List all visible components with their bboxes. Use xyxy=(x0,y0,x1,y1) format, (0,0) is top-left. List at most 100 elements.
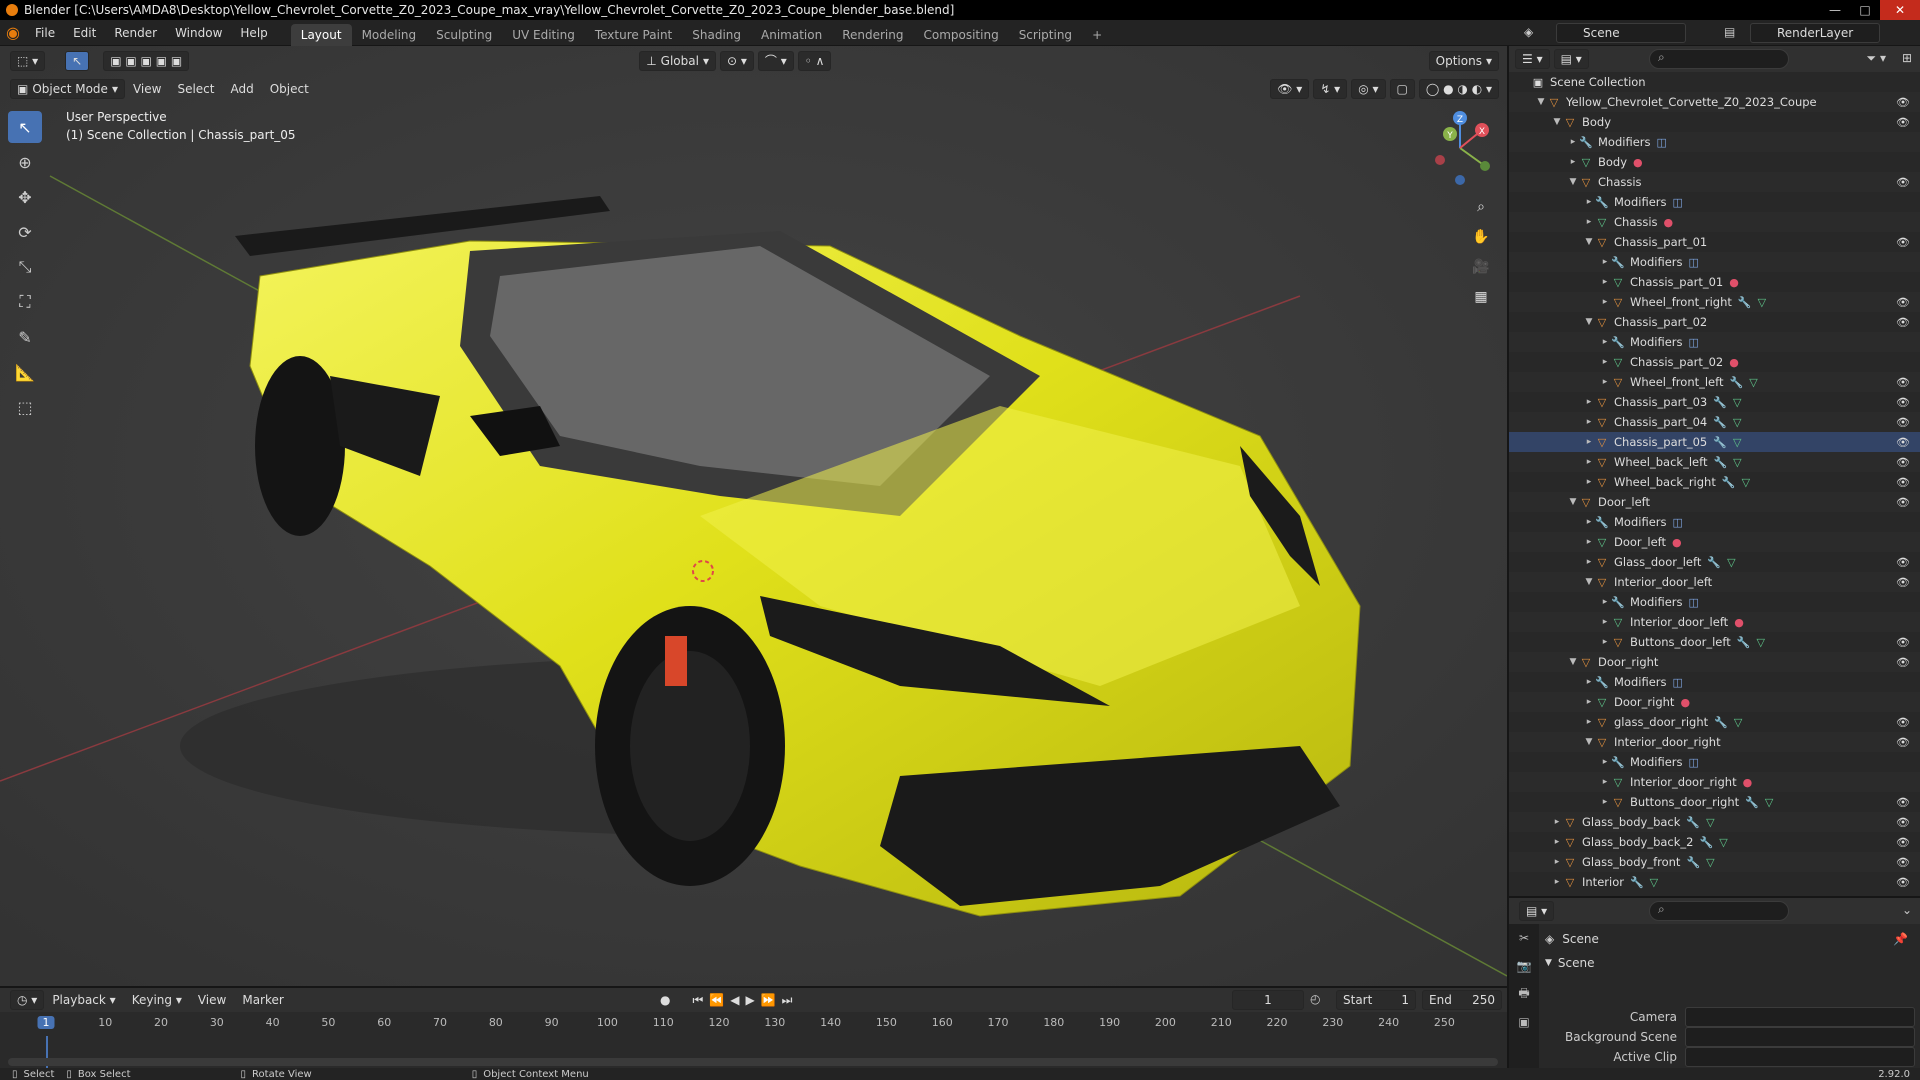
close-icon[interactable]: ✕ xyxy=(1880,0,1920,20)
xray-toggle[interactable]: ▢ xyxy=(1389,79,1415,99)
expand-arrow-icon[interactable]: ▸ xyxy=(1599,377,1611,387)
next-keyframe-icon[interactable]: ⏩ xyxy=(761,993,776,1008)
property-field[interactable] xyxy=(1685,1027,1915,1047)
eye-icon[interactable]: 👁 xyxy=(1896,856,1910,869)
proportional-edit-button[interactable]: ◦ ∧ xyxy=(797,51,832,71)
outliner-row[interactable]: ▼ ▽ Interior_door_right 👁 xyxy=(1509,732,1920,752)
outliner-row[interactable]: ▼ ▽ Chassis_part_02 👁 xyxy=(1509,312,1920,332)
outliner-row[interactable]: ▸ 🔧 Modifiers ◫ xyxy=(1509,592,1920,612)
outliner-row[interactable]: ▼ ▽ Door_right 👁 xyxy=(1509,652,1920,672)
viewport-menu-select[interactable]: Select xyxy=(169,79,222,99)
scale-tool-icon[interactable]: ⤡ xyxy=(8,251,42,283)
camera-view-icon[interactable]: 🎥 xyxy=(1468,254,1494,280)
viewport-menu-add[interactable]: Add xyxy=(222,79,261,99)
eye-icon[interactable]: 👁 xyxy=(1896,736,1910,749)
visibility-dropdown[interactable]: 👁 ▾ xyxy=(1270,79,1310,99)
outliner-row[interactable]: ▸ ▽ Chassis ● xyxy=(1509,212,1920,232)
outliner-row[interactable]: ▼ ▽ Interior_door_left 👁 xyxy=(1509,572,1920,592)
expand-arrow-icon[interactable]: ▸ xyxy=(1583,457,1595,467)
zoom-icon[interactable]: ⌕ xyxy=(1468,194,1494,220)
shading-mode-buttons[interactable]: ◯ ● ◑ ◐ ▾ xyxy=(1418,79,1499,99)
outliner-row[interactable]: ▸ ▽ Wheel_front_left 🔧 ▽ 👁 xyxy=(1509,372,1920,392)
eye-icon[interactable]: 👁 xyxy=(1896,416,1910,429)
render-tab-icon[interactable]: 📷 xyxy=(1509,952,1539,980)
outliner-row[interactable]: ▸ ▽ Interior 🔧 ▽ 👁 xyxy=(1509,872,1920,892)
expand-arrow-icon[interactable]: ▸ xyxy=(1599,597,1611,607)
pin-icon[interactable]: 📌 xyxy=(1893,932,1908,946)
outliner-row[interactable]: ▸ ▽ Wheel_front_right 🔧 ▽ 👁 xyxy=(1509,292,1920,312)
outliner-row[interactable]: ▸ 🔧 Modifiers ◫ xyxy=(1509,512,1920,532)
eye-icon[interactable]: 👁 xyxy=(1896,796,1910,809)
eye-icon[interactable]: 👁 xyxy=(1896,436,1910,449)
properties-editor-type[interactable]: ▤ ▾ xyxy=(1519,901,1555,921)
expand-arrow-icon[interactable]: ▸ xyxy=(1583,217,1595,227)
tab-shading[interactable]: Shading xyxy=(682,24,751,46)
expand-arrow-icon[interactable]: ▸ xyxy=(1567,157,1579,167)
expand-arrow-icon[interactable]: ▸ xyxy=(1583,417,1595,427)
annotate-tool-icon[interactable]: ✎ xyxy=(8,321,42,353)
outliner-row[interactable]: ▣ Scene Collection xyxy=(1509,72,1920,92)
editor-type-button[interactable]: ⬚ ▾ xyxy=(10,51,46,71)
prev-keyframe-icon[interactable]: ⏪ xyxy=(709,993,724,1008)
properties-search-input[interactable]: ⌕ xyxy=(1649,901,1789,921)
3d-viewport[interactable]: ⬚ ▾ ↖ ▣ ▣ ▣ ▣ ▣ ⊥ Global ▾ ⊙ ▾ ⌒ ▾ ◦ ∧ Op… xyxy=(0,46,1507,986)
ortho-grid-icon[interactable]: ▦ xyxy=(1468,284,1494,310)
output-tab-icon[interactable]: 🖶 xyxy=(1509,980,1539,1008)
expand-arrow-icon[interactable]: ▸ xyxy=(1567,137,1579,147)
minimize-icon[interactable]: — xyxy=(1820,0,1850,20)
outliner-row[interactable]: ▸ ▽ Glass_door_left 🔧 ▽ 👁 xyxy=(1509,552,1920,572)
expand-arrow-icon[interactable]: ▸ xyxy=(1599,757,1611,767)
outliner-row[interactable]: ▸ ▽ Buttons_door_left 🔧 ▽ 👁 xyxy=(1509,632,1920,652)
viewport-menu-object[interactable]: Object xyxy=(262,79,317,99)
expand-arrow-icon[interactable]: ▸ xyxy=(1599,777,1611,787)
viewport-menu-view[interactable]: View xyxy=(125,79,169,99)
timeline-menu-view[interactable]: View xyxy=(190,990,234,1010)
eye-icon[interactable]: 👁 xyxy=(1896,576,1910,589)
expand-arrow-icon[interactable]: ▸ xyxy=(1583,437,1595,447)
outliner-row[interactable]: ▸ ▽ Door_left ● xyxy=(1509,532,1920,552)
expand-arrow-icon[interactable]: ▸ xyxy=(1599,277,1611,287)
outliner-row[interactable]: ▸ ▽ Body ● xyxy=(1509,152,1920,172)
expand-arrow-icon[interactable]: ▼ xyxy=(1583,577,1595,587)
overlay-toggle[interactable]: ◎ ▾ xyxy=(1351,79,1386,99)
add-cube-tool-icon[interactable]: ⬚ xyxy=(8,391,42,423)
expand-arrow-icon[interactable]: ▸ xyxy=(1583,717,1595,727)
tab-rendering[interactable]: Rendering xyxy=(832,24,913,46)
outliner-row[interactable]: ▸ 🔧 Modifiers ◫ xyxy=(1509,132,1920,152)
timeline-menu-keying[interactable]: Keying ▾ xyxy=(124,990,190,1010)
start-frame-field[interactable]: Start 1 xyxy=(1336,990,1416,1010)
outliner-row[interactable]: ▸ 🔧 Modifiers ◫ xyxy=(1509,332,1920,352)
outliner-row[interactable]: ▸ ▽ Chassis_part_02 ● xyxy=(1509,352,1920,372)
expand-arrow-icon[interactable]: ▸ xyxy=(1599,297,1611,307)
eye-icon[interactable]: 👁 xyxy=(1896,296,1910,309)
expand-arrow-icon[interactable]: ▼ xyxy=(1583,737,1595,747)
view-layer-tab-icon[interactable]: ▣ xyxy=(1509,1008,1539,1036)
timeline-editor-type[interactable]: ◷ ▾ xyxy=(10,990,45,1010)
tab-uv-editing[interactable]: UV Editing xyxy=(502,24,585,46)
renderlayer-icon[interactable]: ▤ xyxy=(1724,25,1735,39)
current-frame-field[interactable]: 1 xyxy=(1232,990,1304,1010)
menu-render[interactable]: Render xyxy=(105,20,166,46)
expand-arrow-icon[interactable]: ▼ xyxy=(1583,317,1595,327)
record-icon[interactable]: ● xyxy=(660,993,670,1008)
outliner-row[interactable]: ▸ ▽ Buttons_door_right 🔧 ▽ 👁 xyxy=(1509,792,1920,812)
outliner-row[interactable]: ▸ ▽ Glass_body_back 🔧 ▽ 👁 xyxy=(1509,812,1920,832)
expand-arrow-icon[interactable]: ▸ xyxy=(1551,877,1563,887)
outliner-display-mode[interactable]: ▤ ▾ xyxy=(1553,49,1589,69)
expand-arrow-icon[interactable]: ▸ xyxy=(1599,357,1611,367)
transform-tool-icon[interactable]: ⛶ xyxy=(8,286,42,318)
eye-icon[interactable]: 👁 xyxy=(1896,636,1910,649)
expand-arrow-icon[interactable]: ▸ xyxy=(1583,677,1595,687)
expand-arrow-icon[interactable]: ▸ xyxy=(1583,397,1595,407)
eye-icon[interactable]: 👁 xyxy=(1896,656,1910,669)
eye-icon[interactable]: 👁 xyxy=(1896,476,1910,489)
tab-compositing[interactable]: Compositing xyxy=(913,24,1008,46)
eye-icon[interactable]: 👁 xyxy=(1896,496,1910,509)
eye-icon[interactable]: 👁 xyxy=(1896,556,1910,569)
add-workspace-icon[interactable]: + xyxy=(1082,24,1112,46)
selection-mode-buttons[interactable]: ▣ ▣ ▣ ▣ ▣ xyxy=(103,51,190,71)
timeline-menu-playback[interactable]: Playback ▾ xyxy=(44,990,123,1010)
scene-icon[interactable]: ◈ xyxy=(1524,25,1533,39)
outliner-row[interactable]: ▸ ▽ Chassis_part_04 🔧 ▽ 👁 xyxy=(1509,412,1920,432)
outliner-row[interactable]: ▸ ▽ Chassis_part_05 🔧 ▽ 👁 xyxy=(1509,432,1920,452)
